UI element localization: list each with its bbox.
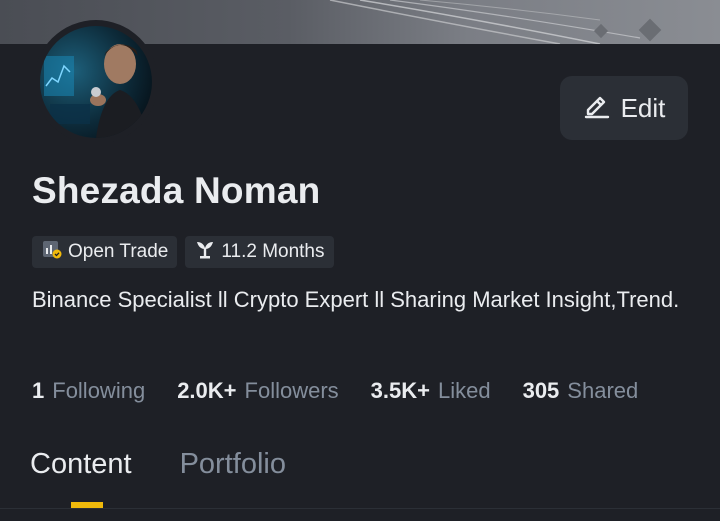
profile-name: Shezada Noman: [32, 170, 321, 211]
badge-label: Open Trade: [68, 241, 169, 262]
stat-value: 1: [32, 378, 45, 403]
tab-portfolio[interactable]: Portfolio: [180, 448, 286, 481]
stat-following[interactable]: 1 Following: [32, 378, 145, 404]
edit-profile-button[interactable]: Edit: [560, 76, 688, 140]
stat-shared: 305 Shared: [523, 378, 639, 404]
stat-value: 3.5K+: [370, 378, 430, 403]
avatar-image: [40, 26, 152, 138]
stat-label: Liked: [437, 378, 491, 403]
stat-value: 2.0K+: [177, 378, 237, 403]
profile-stats: 1 Following 2.0K+ Followers 3.5K+ Liked 305…: [32, 378, 638, 404]
pencil-icon: [583, 91, 611, 126]
stat-followers[interactable]: 2.0K+ Followers: [177, 378, 338, 404]
stat-label: Following: [52, 378, 146, 403]
tabs-divider: [0, 508, 720, 509]
badge-label: 11.2 Months: [221, 241, 325, 262]
stat-liked: 3.5K+ Liked: [371, 378, 491, 404]
stat-value: 305: [522, 378, 560, 403]
tab-content[interactable]: Content: [30, 448, 132, 481]
sprout-icon: [195, 239, 215, 265]
badge-tenure[interactable]: 11.2 Months: [185, 236, 334, 268]
stat-label: Shared: [567, 378, 639, 403]
stat-label: Followers: [244, 378, 339, 403]
open-trade-icon: [42, 239, 62, 265]
profile-tabs: Content Portfolio: [30, 448, 286, 481]
profile-badges: Open Trade 11.2 Months: [32, 236, 334, 268]
profile-bio: Binance Specialist ll Crypto Expert ll S…: [32, 287, 680, 312]
badge-open-trade[interactable]: Open Trade: [32, 236, 178, 268]
avatar[interactable]: [34, 20, 158, 144]
edit-label: Edit: [620, 92, 666, 123]
